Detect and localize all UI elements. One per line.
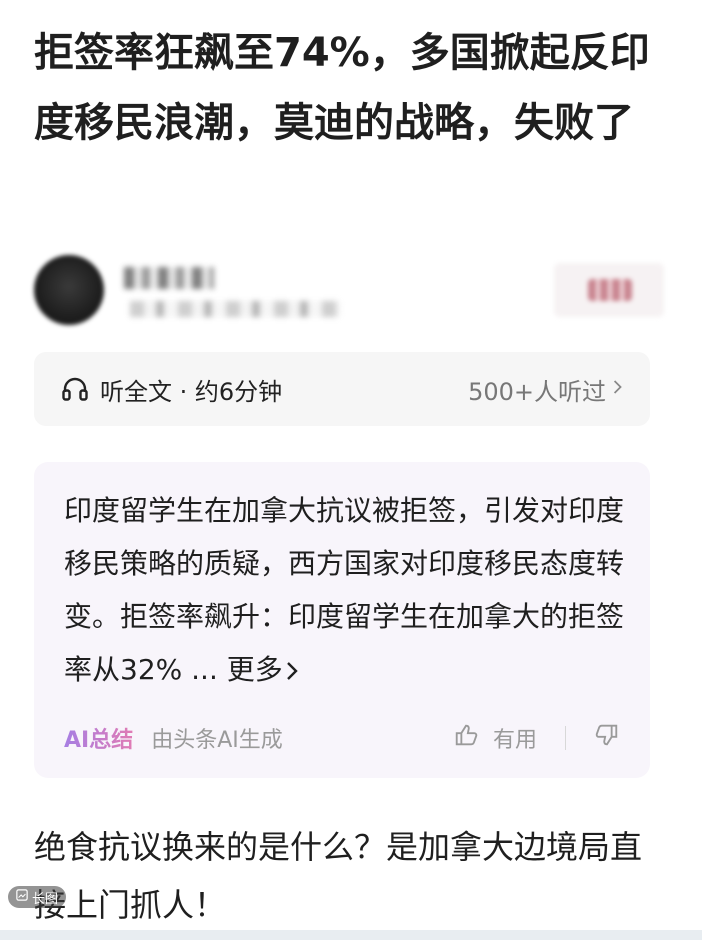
ai-summary-text: 印度留学生在加拿大抗议被拒签，引发对印度移民策略的质疑，西方国家对印度移民态度转… [64,494,625,686]
divider [565,726,566,750]
ai-summary-badge: AI总结 [64,722,133,754]
listen-full-text-bar[interactable]: 听全文 · 约6分钟 500+人听过 [34,352,650,426]
author-meta-blurred [130,301,340,317]
listen-label: 听全文 · 约6分钟 [100,377,283,406]
ai-summary-footer: AI总结 由头条AI生成 有用 [64,722,620,754]
chevron-right-icon [286,662,298,680]
article-title: 拒签率狂飙至74%，多国掀起反印度移民浪潮，莫迪的战略，失败了 [34,30,650,146]
long-image-label: 长图 [32,891,59,907]
follow-button-blurred[interactable] [554,263,664,317]
author-row [34,255,664,335]
ai-feedback-actions: 有用 [453,722,620,754]
listen-right: 500+人听过 [468,352,624,426]
long-image-badge: 长图 [8,886,67,908]
ai-summary-card: 印度留学生在加拿大抗议被拒签，引发对印度移民策略的质疑，西方国家对印度移民态度转… [34,462,650,778]
avatar[interactable] [34,255,104,325]
article-body-paragraph: 绝食抗议换来的是什么？是加拿大边境局直接上门抓人！ [34,828,643,924]
thumbs-down-icon[interactable] [594,722,620,754]
image-icon [16,889,28,905]
listen-left: 听全文 · 约6分钟 [60,352,282,426]
more-link[interactable]: ... 更多 [182,653,299,686]
author-name-blurred[interactable] [124,267,214,289]
ai-source-label: 由头条AI生成 [151,728,283,753]
useful-label[interactable]: 有用 [493,722,537,754]
chevron-right-icon [612,375,624,403]
ai-summary-text-block: 印度留学生在加拿大抗议被拒签，引发对印度移民策略的质疑，西方国家对印度移民态度转… [64,484,624,696]
bottom-strip [0,930,702,940]
listener-count: 500+人听过 [468,377,606,406]
thumbs-up-icon[interactable] [453,722,479,754]
headphone-icon [60,374,90,404]
